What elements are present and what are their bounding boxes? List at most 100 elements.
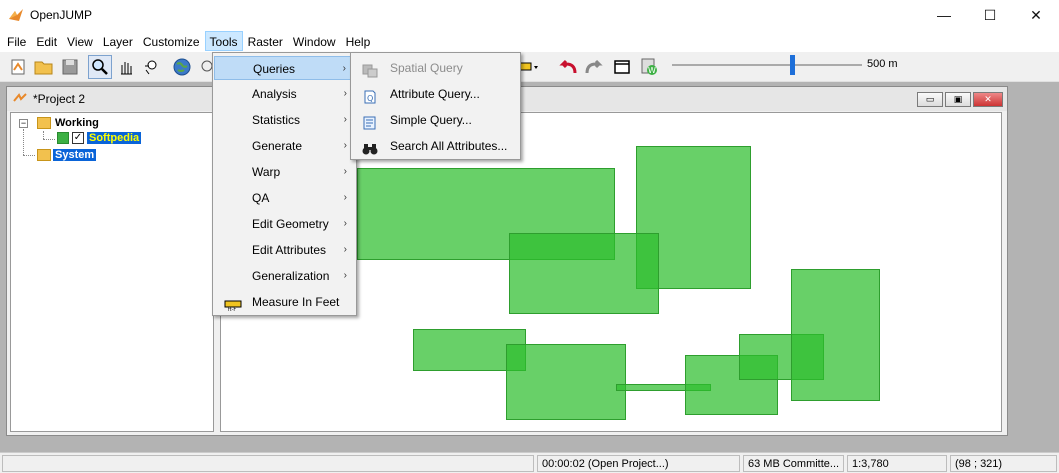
- menu-file[interactable]: File: [2, 31, 31, 51]
- svg-text:Q: Q: [367, 94, 373, 103]
- menu-item-attribute-query[interactable]: Q Attribute Query...: [352, 81, 519, 107]
- menu-item-search-all-attributes[interactable]: Search All Attributes...: [352, 133, 519, 159]
- menu-item-analysis-label: Analysis: [252, 87, 297, 101]
- menu-item-edit-attributes[interactable]: Edit Attributes ›: [214, 238, 355, 262]
- map-scrollbar[interactable]: [1002, 112, 1007, 432]
- menu-item-qa[interactable]: QA ›: [214, 186, 355, 210]
- zoom-tool-icon[interactable]: [88, 55, 112, 79]
- menu-item-simple-query[interactable]: Simple Query...: [352, 107, 519, 133]
- menu-item-measure-in-feet-label: Measure In Feet: [252, 295, 340, 309]
- spatial-query-icon: [362, 61, 378, 78]
- expander-working[interactable]: −: [19, 119, 28, 128]
- status-time: 00:00:02 (Open Project...): [537, 455, 740, 472]
- menu-raster[interactable]: Raster: [243, 31, 288, 51]
- minimize-button[interactable]: —: [921, 0, 967, 30]
- svg-text:W: W: [648, 66, 656, 75]
- submenu-arrow-icon: ›: [342, 63, 346, 74]
- layer-visibility-checkbox[interactable]: ✓: [72, 132, 84, 144]
- map-feature[interactable]: [509, 233, 659, 314]
- openjump-logo-icon: [8, 7, 24, 23]
- map-feature[interactable]: [506, 344, 626, 420]
- attribute-query-icon: Q: [362, 87, 378, 104]
- undo-icon[interactable]: [556, 55, 580, 79]
- globe-icon[interactable]: [170, 55, 194, 79]
- window-title: OpenJUMP: [30, 8, 93, 22]
- folder-icon: [37, 149, 51, 161]
- submenu-arrow-icon: ›: [343, 88, 347, 99]
- window-frame-icon[interactable]: [610, 55, 634, 79]
- map-feature[interactable]: [791, 269, 880, 401]
- pan-hand-icon[interactable]: [114, 55, 138, 79]
- ruler-icon: ft-F: [224, 296, 242, 320]
- close-button[interactable]: ✕: [1013, 0, 1059, 30]
- menu-item-qa-label: QA: [252, 191, 270, 205]
- project-maximize-button[interactable]: ▣: [945, 92, 971, 107]
- tools-menu: Queries › Analysis › Statistics › Genera…: [212, 52, 357, 316]
- menu-help[interactable]: Help: [341, 31, 376, 51]
- menu-layer[interactable]: Layer: [98, 31, 138, 51]
- menu-item-attribute-query-label: Attribute Query...: [390, 87, 480, 101]
- status-scale: 1:3,780: [847, 455, 947, 472]
- menu-item-warp-label: Warp: [252, 165, 281, 179]
- menu-item-search-all-attributes-label: Search All Attributes...: [390, 139, 508, 153]
- category-working[interactable]: Working: [55, 115, 99, 131]
- menu-item-generate-label: Generate: [252, 139, 303, 153]
- menu-item-edit-attributes-label: Edit Attributes: [252, 243, 327, 257]
- layer-softpedia-label: Softpedia: [87, 132, 142, 144]
- open-folder-icon[interactable]: [32, 55, 56, 79]
- menu-item-queries-label: Queries: [253, 62, 296, 76]
- menu-item-statistics-label: Statistics: [252, 113, 301, 127]
- menu-tools[interactable]: Tools: [204, 31, 243, 51]
- redo-icon[interactable]: [582, 55, 606, 79]
- zoom-previous-icon[interactable]: [140, 55, 164, 79]
- submenu-arrow-icon: ›: [343, 244, 347, 255]
- menu-item-spatial-query-label: Spatial Query: [390, 61, 463, 75]
- menu-item-edit-geometry-label: Edit Geometry: [252, 217, 329, 231]
- folder-icon: [37, 117, 51, 129]
- toolbar: W: [0, 52, 1059, 82]
- menu-bar: File Edit View Layer Customize Tools Ras…: [0, 30, 1059, 52]
- menu-item-generate[interactable]: Generate ›: [214, 134, 355, 158]
- status-bar: 00:00:02 (Open Project...) 63 MB Committ…: [0, 452, 1059, 473]
- submenu-arrow-icon: ›: [343, 114, 347, 125]
- add-layer-icon[interactable]: W: [638, 55, 662, 79]
- menu-item-warp[interactable]: Warp ›: [214, 160, 355, 184]
- project-close-button[interactable]: ✕: [973, 92, 1003, 107]
- status-message: [2, 455, 534, 472]
- new-project-icon[interactable]: [6, 55, 30, 79]
- menu-item-edit-geometry[interactable]: Edit Geometry ›: [214, 212, 355, 236]
- submenu-arrow-icon: ›: [343, 270, 347, 281]
- scale-label: 500 m: [867, 58, 898, 70]
- project-icon: [13, 92, 27, 106]
- submenu-arrow-icon: ›: [343, 166, 347, 177]
- status-coords: (98 ; 321): [950, 455, 1057, 472]
- title-bar: OpenJUMP — ☐ ✕: [0, 0, 1059, 30]
- menu-item-statistics[interactable]: Statistics ›: [214, 108, 355, 132]
- maximize-button[interactable]: ☐: [967, 0, 1013, 30]
- menu-item-analysis[interactable]: Analysis ›: [214, 82, 355, 106]
- submenu-arrow-icon: ›: [343, 192, 347, 203]
- save-icon[interactable]: [58, 55, 82, 79]
- menu-view[interactable]: View: [62, 31, 98, 51]
- menu-item-spatial-query: Spatial Query: [352, 55, 519, 81]
- project-minimize-button[interactable]: ▭: [917, 92, 943, 107]
- menu-item-generalization-label: Generalization: [252, 269, 330, 283]
- menu-item-measure-in-feet[interactable]: ft-F Measure In Feet: [214, 290, 355, 314]
- category-system[interactable]: System: [53, 147, 97, 163]
- binoculars-icon: [362, 139, 378, 155]
- submenu-arrow-icon: ›: [343, 140, 347, 151]
- submenu-arrow-icon: ›: [343, 218, 347, 229]
- menu-item-queries[interactable]: Queries ›: [214, 56, 355, 80]
- menu-window[interactable]: Window: [288, 31, 341, 51]
- project-window-title: *Project 2: [33, 92, 86, 106]
- simple-query-icon: [362, 113, 378, 130]
- menu-edit[interactable]: Edit: [31, 31, 62, 51]
- category-system-label: System: [53, 149, 97, 161]
- scale-slider-thumb[interactable]: [790, 55, 795, 75]
- scale-slider-track[interactable]: [672, 64, 862, 66]
- layer-softpedia[interactable]: Softpedia: [87, 130, 142, 146]
- menu-customize[interactable]: Customize: [138, 31, 205, 51]
- svg-text:ft-F: ft-F: [228, 307, 236, 312]
- menu-item-generalization[interactable]: Generalization ›: [214, 264, 355, 288]
- layer-color-swatch: [57, 132, 69, 144]
